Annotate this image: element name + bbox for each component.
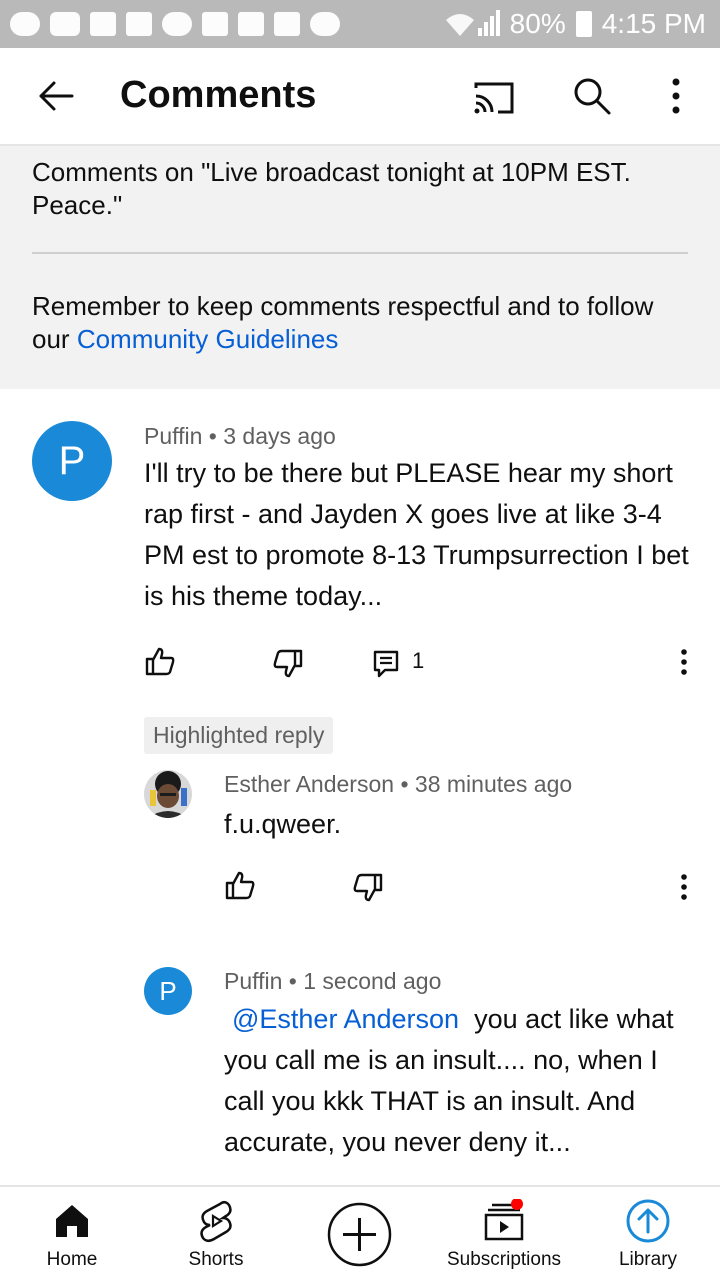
shorts-icon	[200, 1201, 232, 1242]
avatar[interactable]: P	[32, 421, 112, 501]
highlighted-reply-badge: Highlighted reply	[144, 717, 334, 754]
reply-time: 38 minutes ago	[414, 771, 573, 797]
bottom-navigation: Home Shorts Subscriptions Library	[0, 1185, 720, 1280]
folder-notification-icon	[202, 12, 228, 36]
comment-meta: Puffin • 3 days ago	[144, 423, 336, 450]
cast-icon[interactable]	[472, 78, 516, 118]
nav-label: Shorts	[188, 1249, 244, 1270]
youtube-notification-icon-3	[310, 12, 340, 36]
avatar[interactable]: P	[144, 967, 192, 1015]
comment-time: 3 days ago	[223, 423, 336, 449]
comment-more-icon[interactable]	[674, 646, 694, 678]
status-bar: 80% 4:15 PM	[0, 0, 720, 48]
comment-author[interactable]: Puffin	[144, 423, 202, 449]
wifi-signal-icon	[445, 10, 500, 36]
reply-author[interactable]: Esther Anderson	[224, 771, 394, 797]
create-icon[interactable]	[327, 1202, 392, 1267]
subscriptions-icon	[484, 1199, 524, 1241]
reply-text-first: you act like what	[474, 1004, 674, 1034]
nav-home[interactable]: Home	[40, 1187, 104, 1280]
battery-icon	[575, 11, 592, 37]
reply-text-rest: you call me is an insult.... no, when I …	[224, 1045, 658, 1157]
reply-icon[interactable]	[371, 648, 403, 680]
app-bar: Comments	[0, 48, 720, 146]
comments-header: Comments on "Live broadcast tonight at 1…	[0, 146, 720, 389]
community-guidelines-link[interactable]: Community Guidelines	[77, 324, 339, 354]
page-title: Comments	[120, 74, 317, 116]
app-notification-icon	[90, 12, 116, 36]
home-icon	[56, 1205, 88, 1237]
battery-percent: 80%	[509, 8, 566, 39]
nav-subscriptions[interactable]: Subscriptions	[443, 1187, 565, 1280]
guidelines-reminder: Remember to keep comments respectful and…	[32, 290, 692, 356]
nav-library[interactable]: Library	[612, 1187, 684, 1280]
like-icon[interactable]	[224, 869, 256, 901]
reply-text: f.u.qweer.	[224, 809, 342, 839]
reply-meta: Esther Anderson • 38 minutes ago	[224, 771, 572, 798]
nav-label: Library	[618, 1249, 678, 1270]
more-options-icon[interactable]	[660, 74, 692, 118]
reply-more-icon[interactable]	[674, 871, 694, 903]
meta-separator: •	[288, 968, 297, 994]
dislike-icon[interactable]	[272, 648, 304, 680]
youtube-notification-icon	[10, 12, 40, 36]
library-icon	[626, 1199, 670, 1243]
notification-icons	[10, 12, 340, 36]
profile-photo	[144, 770, 192, 818]
comment-text: I'll try to be there but PLEASE hear my …	[144, 458, 689, 611]
avatar[interactable]	[144, 770, 192, 818]
like-icon[interactable]	[144, 645, 176, 677]
system-status: 80% 4:15 PM	[444, 8, 706, 40]
chat-notification-icon	[50, 12, 80, 36]
divider	[32, 252, 688, 254]
warning-notification-icon	[238, 12, 264, 36]
nav-label: Home	[46, 1249, 98, 1270]
youtube-notification-icon-2	[162, 12, 192, 36]
clock: 4:15 PM	[601, 8, 706, 39]
meta-separator: •	[400, 771, 409, 797]
dislike-icon[interactable]	[352, 872, 384, 904]
crown-notification-icon	[126, 12, 152, 36]
nav-label: Subscriptions	[446, 1249, 562, 1270]
reply-author[interactable]: Puffin	[224, 968, 282, 994]
meta-separator: •	[208, 423, 217, 449]
image-notification-icon	[274, 12, 300, 36]
reply-count[interactable]: 1	[412, 648, 424, 674]
reply-text: @Esther Anderson you act like what you c…	[224, 999, 684, 1163]
nav-shorts[interactable]: Shorts	[176, 1187, 256, 1280]
video-title-caption: Comments on "Live broadcast tonight at 1…	[32, 157, 631, 220]
reply-time: 1 second ago	[303, 968, 442, 994]
mention-link[interactable]: @Esther Anderson	[232, 1004, 459, 1034]
reply-meta: Puffin • 1 second ago	[224, 968, 441, 995]
back-arrow-icon[interactable]	[36, 76, 76, 116]
search-icon[interactable]	[572, 76, 612, 116]
